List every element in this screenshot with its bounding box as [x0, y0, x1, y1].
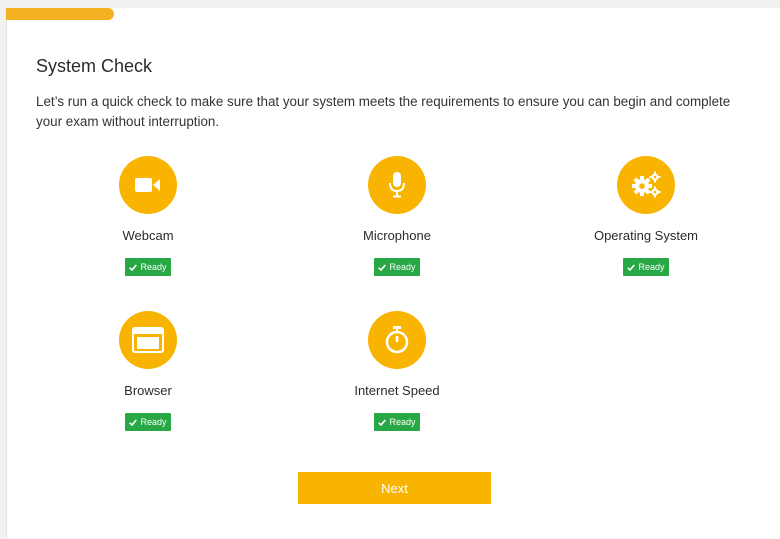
gears-icon [617, 156, 675, 214]
check-icon [378, 263, 387, 271]
page-title: System Check [36, 56, 153, 76]
status-badge: Ready [125, 413, 171, 431]
status-badge: Ready [125, 258, 171, 276]
check-label: Webcam [122, 228, 174, 243]
check-item-browser: Browser Ready [48, 311, 248, 431]
check-item-operating-system: Operating System Ready [546, 156, 746, 276]
check-icon [378, 418, 387, 426]
page-description: Let’s run a quick check to make sure tha… [36, 94, 731, 129]
progress-bar [6, 8, 780, 20]
browser-window-icon [119, 311, 177, 369]
check-label: Internet Speed [354, 383, 440, 398]
check-icon [129, 263, 138, 271]
check-icon [627, 263, 636, 271]
check-label: Microphone [363, 228, 431, 243]
check-label: Operating System [593, 228, 699, 243]
status-badge: Ready [623, 258, 669, 276]
check-label: Browser [124, 383, 172, 398]
progress-bar-fill [6, 8, 115, 20]
check-item-internet-speed: Internet Speed Ready [297, 311, 497, 431]
stopwatch-icon [368, 311, 426, 369]
status-text: Ready [389, 262, 416, 272]
status-text: Ready [389, 417, 416, 427]
check-icon [129, 418, 138, 426]
check-item-webcam: Webcam Ready [48, 156, 248, 276]
next-button[interactable]: Next [298, 472, 491, 504]
status-text: Ready [140, 417, 167, 427]
video-camera-icon [119, 156, 177, 214]
status-badge: Ready [374, 258, 420, 276]
status-text: Ready [638, 262, 665, 272]
status-badge: Ready [374, 413, 420, 431]
microphone-icon [368, 156, 426, 214]
status-text: Ready [140, 262, 167, 272]
check-item-microphone: Microphone Ready [297, 156, 497, 276]
